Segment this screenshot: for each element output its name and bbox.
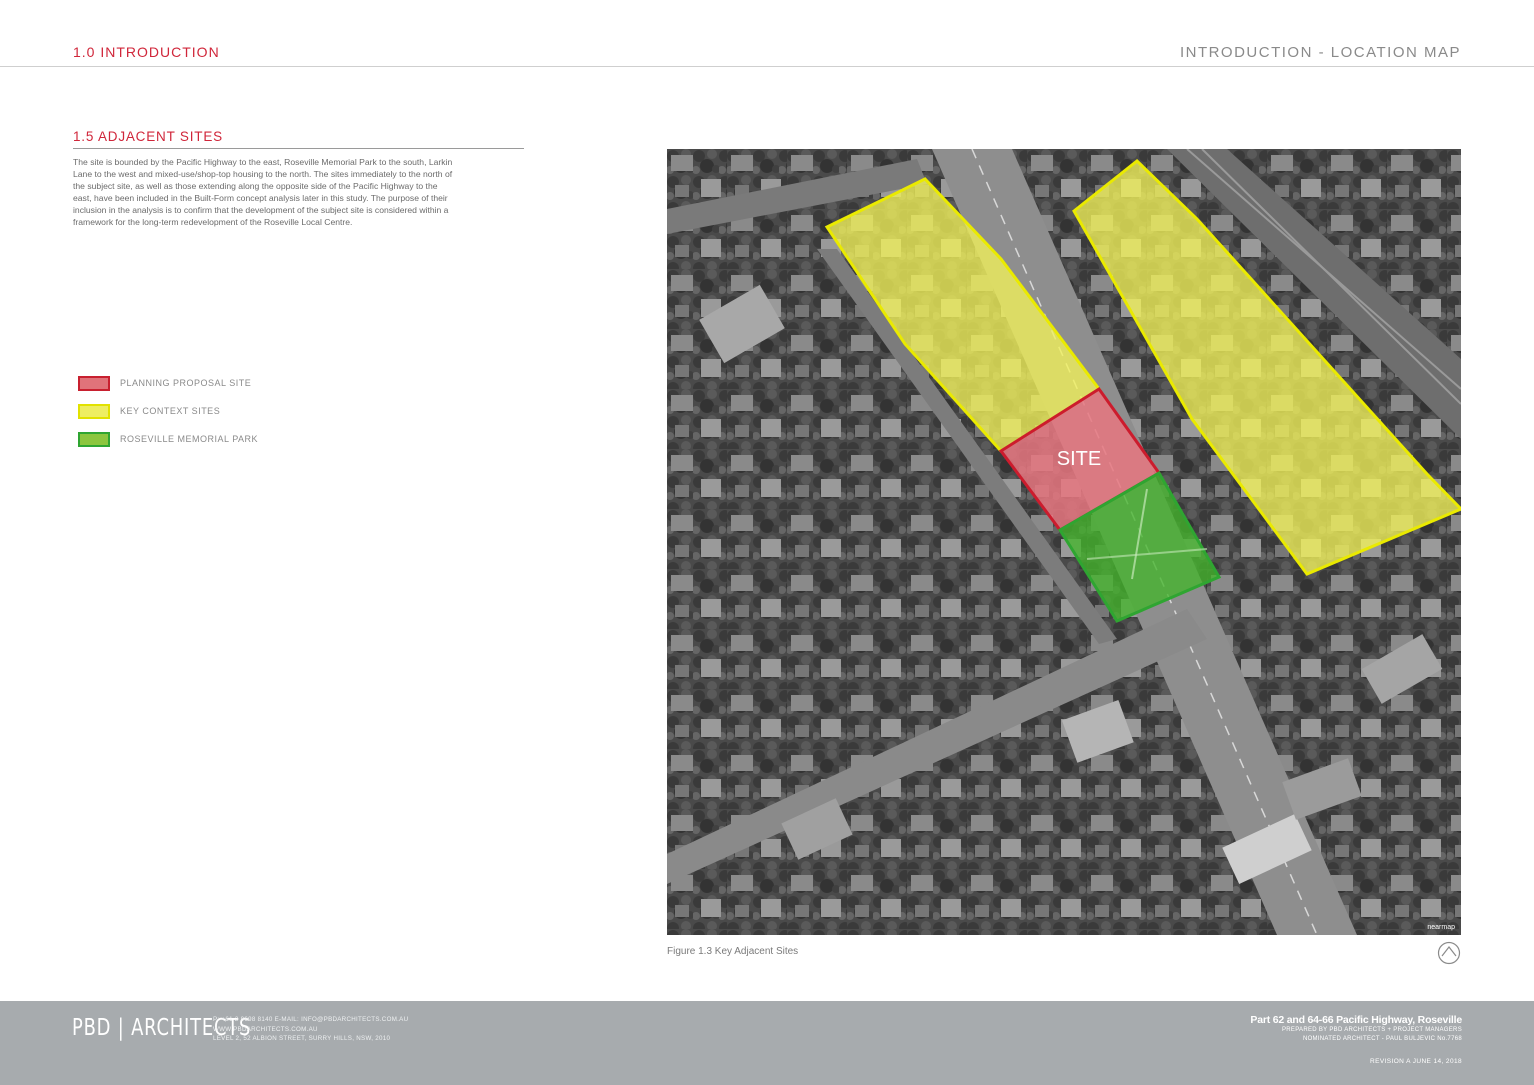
legend-label: PLANNING PROPOSAL SITE [120, 378, 252, 388]
header-divider [0, 66, 1534, 67]
project-details: Part 62 and 64-66 Pacific Highway, Rosev… [1250, 1014, 1462, 1043]
nearmap-watermark: nearmap [1427, 924, 1455, 931]
contact-line: P: +61 2 9698 8140 E-MAIL: INFO@PBDARCHI… [213, 1016, 409, 1023]
revision-info: REVISION A JUNE 14, 2018 [1370, 1058, 1462, 1065]
map-legend: PLANNING PROPOSAL SITE KEY CONTEXT SITES… [78, 369, 258, 453]
legend-swatch-red [78, 375, 110, 391]
legend-item-memorial-park: ROSEVILLE MEMORIAL PARK [78, 425, 258, 453]
body-paragraph: The site is bounded by the Pacific Highw… [73, 157, 453, 227]
subsection-divider [73, 148, 524, 149]
legend-swatch-green [78, 431, 110, 447]
contact-line: WWW.PBDARCHITECTS.COM.AU [213, 1025, 318, 1033]
north-arrow-icon [1437, 941, 1461, 965]
contact-details: P: +61 2 9698 8140 E-MAIL: INFO@PBDARCHI… [213, 1015, 408, 1044]
section-header: 1.0 INTRODUCTION [73, 44, 220, 60]
contact-line: LEVEL 2, 52 ALBION STREET, SURRY HILLS, … [213, 1035, 391, 1042]
legend-label: KEY CONTEXT SITES [120, 406, 221, 416]
legend-item-planning-site: PLANNING PROPOSAL SITE [78, 369, 258, 397]
page-title: INTRODUCTION - LOCATION MAP [1179, 44, 1461, 61]
page-footer: PBD | ARCHITECTS P: +61 2 9698 8140 E-MA… [0, 1001, 1534, 1085]
subsection-title: 1.5 ADJACENT SITES [73, 129, 223, 144]
project-title: Part 62 and 64-66 Pacific Highway, Rosev… [1250, 1014, 1462, 1026]
prepared-by: PREPARED BY PBD ARCHITECTS + PROJECT MAN… [1281, 1027, 1462, 1033]
site-label: SITE [1057, 448, 1101, 470]
nominated-architect: NOMINATED ARCHITECT - PAUL BULJEVIC No.7… [1302, 1035, 1462, 1042]
legend-swatch-yellow [78, 403, 110, 419]
aerial-location-map: SITE nearmap [667, 149, 1461, 935]
legend-item-context-sites: KEY CONTEXT SITES [78, 397, 258, 425]
figure-caption: Figure 1.3 Key Adjacent Sites [667, 946, 799, 957]
legend-label: ROSEVILLE MEMORIAL PARK [120, 434, 259, 444]
